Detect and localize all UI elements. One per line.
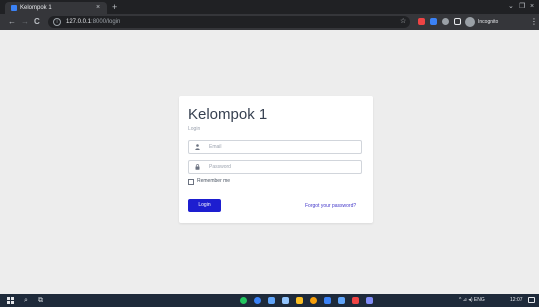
vscode-icon[interactable] <box>324 297 331 304</box>
minimize-icon[interactable]: ⌄ <box>508 2 514 12</box>
incognito-icon[interactable] <box>465 17 475 27</box>
remember-me-label: Remember me <box>197 178 231 184</box>
app-icon[interactable] <box>338 297 345 304</box>
browser-tab-strip: Kelompok 1 × + ⌄ ❐ × <box>0 0 539 14</box>
back-icon[interactable]: ← <box>8 17 16 27</box>
bookmark-star-icon[interactable]: ☆ <box>400 17 406 27</box>
url-text[interactable]: 127.0.0.1:8000/login <box>66 17 120 27</box>
whatsapp-icon[interactable] <box>240 297 247 304</box>
tab-title: Kelompok 1 <box>20 5 52 11</box>
file-explorer-icon[interactable] <box>296 297 303 304</box>
app-icon[interactable] <box>268 297 275 304</box>
restore-icon[interactable]: ❐ <box>519 2 525 12</box>
browser-toolbar: ← → C i 127.0.0.1:8000/login ☆ Incognito… <box>0 14 539 30</box>
password-field[interactable] <box>188 160 362 174</box>
chrome-icon[interactable] <box>310 297 317 304</box>
app-icon[interactable] <box>366 297 373 304</box>
mail-icon[interactable] <box>282 297 289 304</box>
notification-icon[interactable] <box>528 297 535 303</box>
task-view-icon[interactable]: ⧉ <box>38 296 43 305</box>
window-close-icon[interactable]: × <box>530 2 534 12</box>
login-button[interactable]: Login <box>188 199 221 212</box>
taskbar: ⌕ ⧉ ^ ⊿ ◂) ENG 12:07 <box>0 294 539 307</box>
system-tray[interactable]: ^ ⊿ ◂) ENG <box>459 296 485 305</box>
login-subtitle: Login <box>188 126 201 132</box>
remember-me[interactable]: Remember me <box>188 178 230 185</box>
address-bar[interactable]: i 127.0.0.1:8000/login ☆ <box>48 16 410 28</box>
clock[interactable]: 12:07 <box>510 296 523 305</box>
url-host: 127.0.0.1 <box>66 19 92 25</box>
browser-tab[interactable]: Kelompok 1 × <box>5 2 107 14</box>
windows-start-icon[interactable] <box>7 297 14 304</box>
forgot-password-link[interactable]: Forgot your password? <box>305 203 356 209</box>
password-input[interactable] <box>209 161 359 173</box>
site-info-icon[interactable]: i <box>53 18 61 26</box>
email-field[interactable] <box>188 140 362 154</box>
extension-icon[interactable] <box>430 18 437 25</box>
app-icon[interactable] <box>352 297 359 304</box>
new-tab-icon[interactable]: + <box>112 2 117 12</box>
page-title: Kelompok 1 <box>188 106 268 123</box>
side-panel-icon[interactable] <box>454 18 461 25</box>
extensions-puzzle-icon[interactable] <box>442 18 449 25</box>
reload-icon[interactable]: C <box>34 17 40 27</box>
edge-icon[interactable] <box>254 297 261 304</box>
email-input[interactable] <box>209 141 359 153</box>
favicon-icon <box>11 5 17 11</box>
lock-icon <box>189 161 205 173</box>
remember-me-checkbox[interactable] <box>188 178 194 185</box>
login-card: Kelompok 1 Login Remember me Login Forgo… <box>179 96 373 223</box>
incognito-label: Incognito <box>478 19 499 25</box>
browser-menu-icon[interactable]: ⋮ <box>530 17 538 27</box>
url-path: :8000/login <box>91 19 121 25</box>
extension-icon[interactable] <box>418 18 425 25</box>
forward-icon[interactable]: → <box>21 17 29 27</box>
search-icon[interactable]: ⌕ <box>24 296 28 305</box>
tab-close-icon[interactable]: × <box>96 3 100 13</box>
user-icon <box>189 141 205 153</box>
